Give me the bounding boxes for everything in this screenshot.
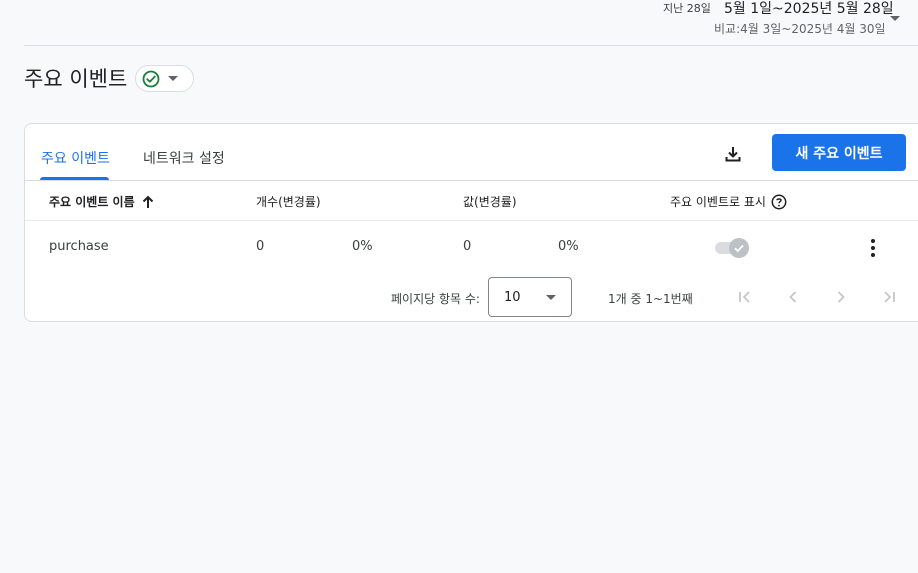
caret-down-icon <box>168 76 178 81</box>
column-header-mark-label: 주요 이벤트로 표시 <box>670 195 766 209</box>
row-divider <box>25 220 918 221</box>
next-page-button[interactable] <box>829 285 853 309</box>
arrow-up-icon <box>142 195 153 208</box>
check-circle-icon <box>142 70 160 87</box>
column-header-name-label: 주요 이벤트 이름 <box>49 195 135 209</box>
mark-as-key-toggle[interactable] <box>713 238 751 258</box>
first-page-button[interactable] <box>733 285 757 309</box>
last-page-icon <box>884 291 895 303</box>
event-count-cell: 0 <box>256 239 265 254</box>
column-header-name[interactable]: 주요 이벤트 이름 <box>49 193 155 210</box>
pagination-range: 1개 중 1~1번째 <box>608 292 693 306</box>
help-icon[interactable] <box>771 194 787 210</box>
date-period-label: 지난 28일 <box>663 2 711 15</box>
more-vert-icon-dot <box>871 253 875 257</box>
date-range-text[interactable]: 5월 1일~2025년 5월 28일 <box>724 0 894 18</box>
toggle-thumb <box>729 238 749 258</box>
more-vert-icon <box>871 239 875 243</box>
new-key-event-button[interactable]: 새 주요 이벤트 <box>772 134 906 171</box>
date-compare-text: 비교:4월 3일~2025년 4월 30일 <box>714 22 886 36</box>
download-icon <box>725 147 741 162</box>
event-name-cell: purchase <box>49 239 109 254</box>
chevron-left-icon <box>789 291 797 303</box>
event-count-change-cell: 0% <box>352 239 373 254</box>
tabs-divider <box>25 180 918 181</box>
row-more-button[interactable] <box>863 236 883 260</box>
last-page-button[interactable] <box>877 285 901 309</box>
column-header-mark-as-key: 주요 이벤트로 표시 <box>670 193 787 210</box>
caret-down-icon <box>890 15 900 21</box>
column-header-value[interactable]: 값(변경률) <box>463 193 517 210</box>
page-title: 주요 이벤트 <box>24 67 128 91</box>
download-button[interactable] <box>719 140 747 168</box>
first-page-icon <box>739 291 750 303</box>
tab-network-settings[interactable]: 네트워크 설정 <box>143 148 225 168</box>
items-per-page-select[interactable]: 10 <box>488 277 572 317</box>
check-icon <box>734 244 744 253</box>
status-chip[interactable] <box>135 65 194 92</box>
items-per-page-label: 페이지당 항목 수: <box>391 292 480 306</box>
column-header-count[interactable]: 개수(변경률) <box>256 193 321 210</box>
key-events-card: 주요 이벤트 네트워크 설정 새 주요 이벤트 주요 이벤트 이름 개수(변경률… <box>24 123 918 322</box>
chevron-right-icon <box>837 291 845 303</box>
tab-key-events[interactable]: 주요 이벤트 <box>41 148 110 168</box>
event-value-change-cell: 0% <box>558 239 579 254</box>
date-range-dropdown[interactable] <box>885 8 905 28</box>
items-per-page-value: 10 <box>504 289 521 305</box>
caret-down-icon <box>546 295 556 300</box>
previous-page-button[interactable] <box>781 285 805 309</box>
event-value-cell: 0 <box>463 239 472 254</box>
more-vert-icon-dot <box>871 246 875 250</box>
header-divider <box>24 45 918 46</box>
